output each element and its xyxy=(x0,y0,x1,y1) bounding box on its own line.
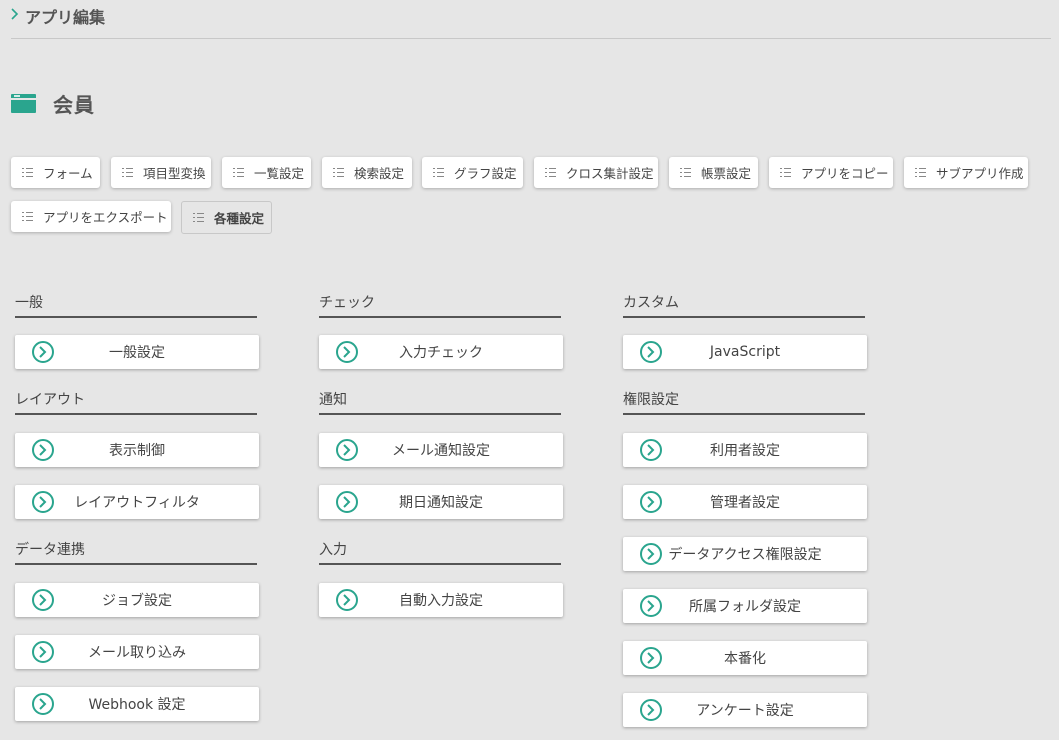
chevron-right-circle-icon xyxy=(336,491,358,513)
tab-list-settings[interactable]: 一覧設定 xyxy=(222,157,311,188)
tab-create-subapp[interactable]: サブアプリ作成 xyxy=(904,157,1028,188)
button-label: メール取り込み xyxy=(88,645,186,661)
tab-label: アプリをエクスポート xyxy=(43,210,168,225)
layout-filter-button[interactable]: レイアウトフィルタ xyxy=(15,485,259,519)
due-date-notification-button[interactable]: 期日通知設定 xyxy=(319,485,563,519)
button-label: 管理者設定 xyxy=(710,495,780,511)
section-title-data-link: データ連携 xyxy=(15,541,257,565)
chevron-right-circle-icon xyxy=(32,693,54,715)
section-title-input: 入力 xyxy=(319,541,561,565)
button-label: 所属フォルダ設定 xyxy=(689,599,801,615)
button-label: 入力チェック xyxy=(399,345,483,361)
production-button[interactable]: 本番化 xyxy=(623,641,867,675)
button-label: ジョブ設定 xyxy=(102,593,172,609)
list-icon xyxy=(680,167,691,178)
tab-label: 検索設定 xyxy=(354,166,405,181)
list-icon xyxy=(780,167,791,178)
tab-form[interactable]: フォーム xyxy=(11,157,100,188)
section-title-general: 一般 xyxy=(15,294,257,318)
chevron-right-circle-icon xyxy=(640,699,662,721)
list-icon xyxy=(333,167,344,178)
list-icon xyxy=(433,167,444,178)
tab-crosstab-settings[interactable]: クロス集計設定 xyxy=(534,157,658,188)
button-label: 一般設定 xyxy=(109,345,165,361)
section-title-check: チェック xyxy=(319,294,561,318)
breadcrumb-label[interactable]: アプリ編集 xyxy=(25,4,105,28)
button-label: 利用者設定 xyxy=(710,443,780,459)
webhook-settings-button[interactable]: Webhook 設定 xyxy=(15,687,259,721)
chevron-right-circle-icon xyxy=(640,595,662,617)
tab-various-settings[interactable]: 各種設定 xyxy=(181,201,272,234)
button-label: データアクセス権限設定 xyxy=(668,547,822,563)
job-settings-button[interactable]: ジョブ設定 xyxy=(15,583,259,617)
button-label: 期日通知設定 xyxy=(399,495,483,511)
button-label: レイアウトフィルタ xyxy=(74,495,200,511)
list-icon xyxy=(193,212,204,223)
button-label: アンケート設定 xyxy=(696,703,794,719)
tab-label: 各種設定 xyxy=(214,211,265,226)
tab-export-app[interactable]: アプリをエクスポート xyxy=(11,201,171,232)
data-access-permission-button[interactable]: データアクセス権限設定 xyxy=(623,537,867,571)
list-icon xyxy=(122,167,133,178)
folder-settings-button[interactable]: 所属フォルダ設定 xyxy=(623,589,867,623)
tab-label: フォーム xyxy=(43,166,93,181)
display-control-button[interactable]: 表示制御 xyxy=(15,433,259,467)
admin-settings-button[interactable]: 管理者設定 xyxy=(623,485,867,519)
list-icon xyxy=(545,167,556,178)
list-icon xyxy=(915,167,926,178)
tab-label: 項目型変換 xyxy=(143,166,206,181)
app-header: 会員 xyxy=(11,88,95,118)
tab-label: サブアプリ作成 xyxy=(936,166,1024,181)
chevron-right-circle-icon xyxy=(640,543,662,565)
breadcrumb: アプリ編集 xyxy=(11,4,105,28)
chevron-right-circle-icon xyxy=(336,341,358,363)
mail-notification-button[interactable]: メール通知設定 xyxy=(319,433,563,467)
tab-label: 一覧設定 xyxy=(254,166,305,181)
chevron-right-circle-icon xyxy=(336,439,358,461)
mail-import-button[interactable]: メール取り込み xyxy=(15,635,259,669)
chevron-right-circle-icon xyxy=(640,647,662,669)
button-label: 表示制御 xyxy=(109,443,165,459)
chevron-right-circle-icon xyxy=(336,589,358,611)
button-label: Webhook 設定 xyxy=(88,697,186,713)
chevron-right-circle-icon xyxy=(640,439,662,461)
section-title-notify: 通知 xyxy=(319,391,561,415)
chevron-right-circle-icon xyxy=(32,491,54,513)
tab-label: クロス集計設定 xyxy=(566,166,654,181)
tab-label: 帳票設定 xyxy=(701,166,752,181)
section-title-permissions: 権限設定 xyxy=(623,391,865,415)
chevron-right-circle-icon xyxy=(32,439,54,461)
tab-field-type-convert[interactable]: 項目型変換 xyxy=(111,157,211,188)
survey-settings-button[interactable]: アンケート設定 xyxy=(623,693,867,727)
tab-label: アプリをコピー xyxy=(801,166,889,181)
section-title-layout: レイアウト xyxy=(15,391,257,415)
button-label: 本番化 xyxy=(724,651,766,667)
user-settings-button[interactable]: 利用者設定 xyxy=(623,433,867,467)
button-label: 自動入力設定 xyxy=(399,593,483,609)
tab-copy-app[interactable]: アプリをコピー xyxy=(769,157,893,188)
chevron-right-circle-icon xyxy=(32,341,54,363)
tab-graph-settings[interactable]: グラフ設定 xyxy=(422,157,523,188)
chevron-right-circle-icon xyxy=(640,341,662,363)
tab-label: グラフ設定 xyxy=(454,166,517,181)
input-check-button[interactable]: 入力チェック xyxy=(319,335,563,369)
button-label: JavaScript xyxy=(709,344,781,360)
list-icon xyxy=(233,167,244,178)
general-settings-button[interactable]: 一般設定 xyxy=(15,335,259,369)
javascript-button[interactable]: JavaScript xyxy=(623,335,867,369)
chevron-right-circle-icon xyxy=(32,589,54,611)
tab-report-settings[interactable]: 帳票設定 xyxy=(669,157,758,188)
tab-search-settings[interactable]: 検索設定 xyxy=(322,157,412,188)
header-divider xyxy=(11,38,1051,39)
button-label: メール通知設定 xyxy=(392,443,490,459)
chevron-right-circle-icon xyxy=(640,491,662,513)
list-icon xyxy=(22,211,33,222)
list-icon xyxy=(22,167,33,178)
chevron-right-circle-icon xyxy=(32,641,54,663)
section-title-custom: カスタム xyxy=(623,294,865,318)
page-title: 会員 xyxy=(53,92,95,117)
app-window-icon xyxy=(11,93,36,113)
chevron-right-icon xyxy=(11,8,19,24)
auto-input-button[interactable]: 自動入力設定 xyxy=(319,583,563,617)
